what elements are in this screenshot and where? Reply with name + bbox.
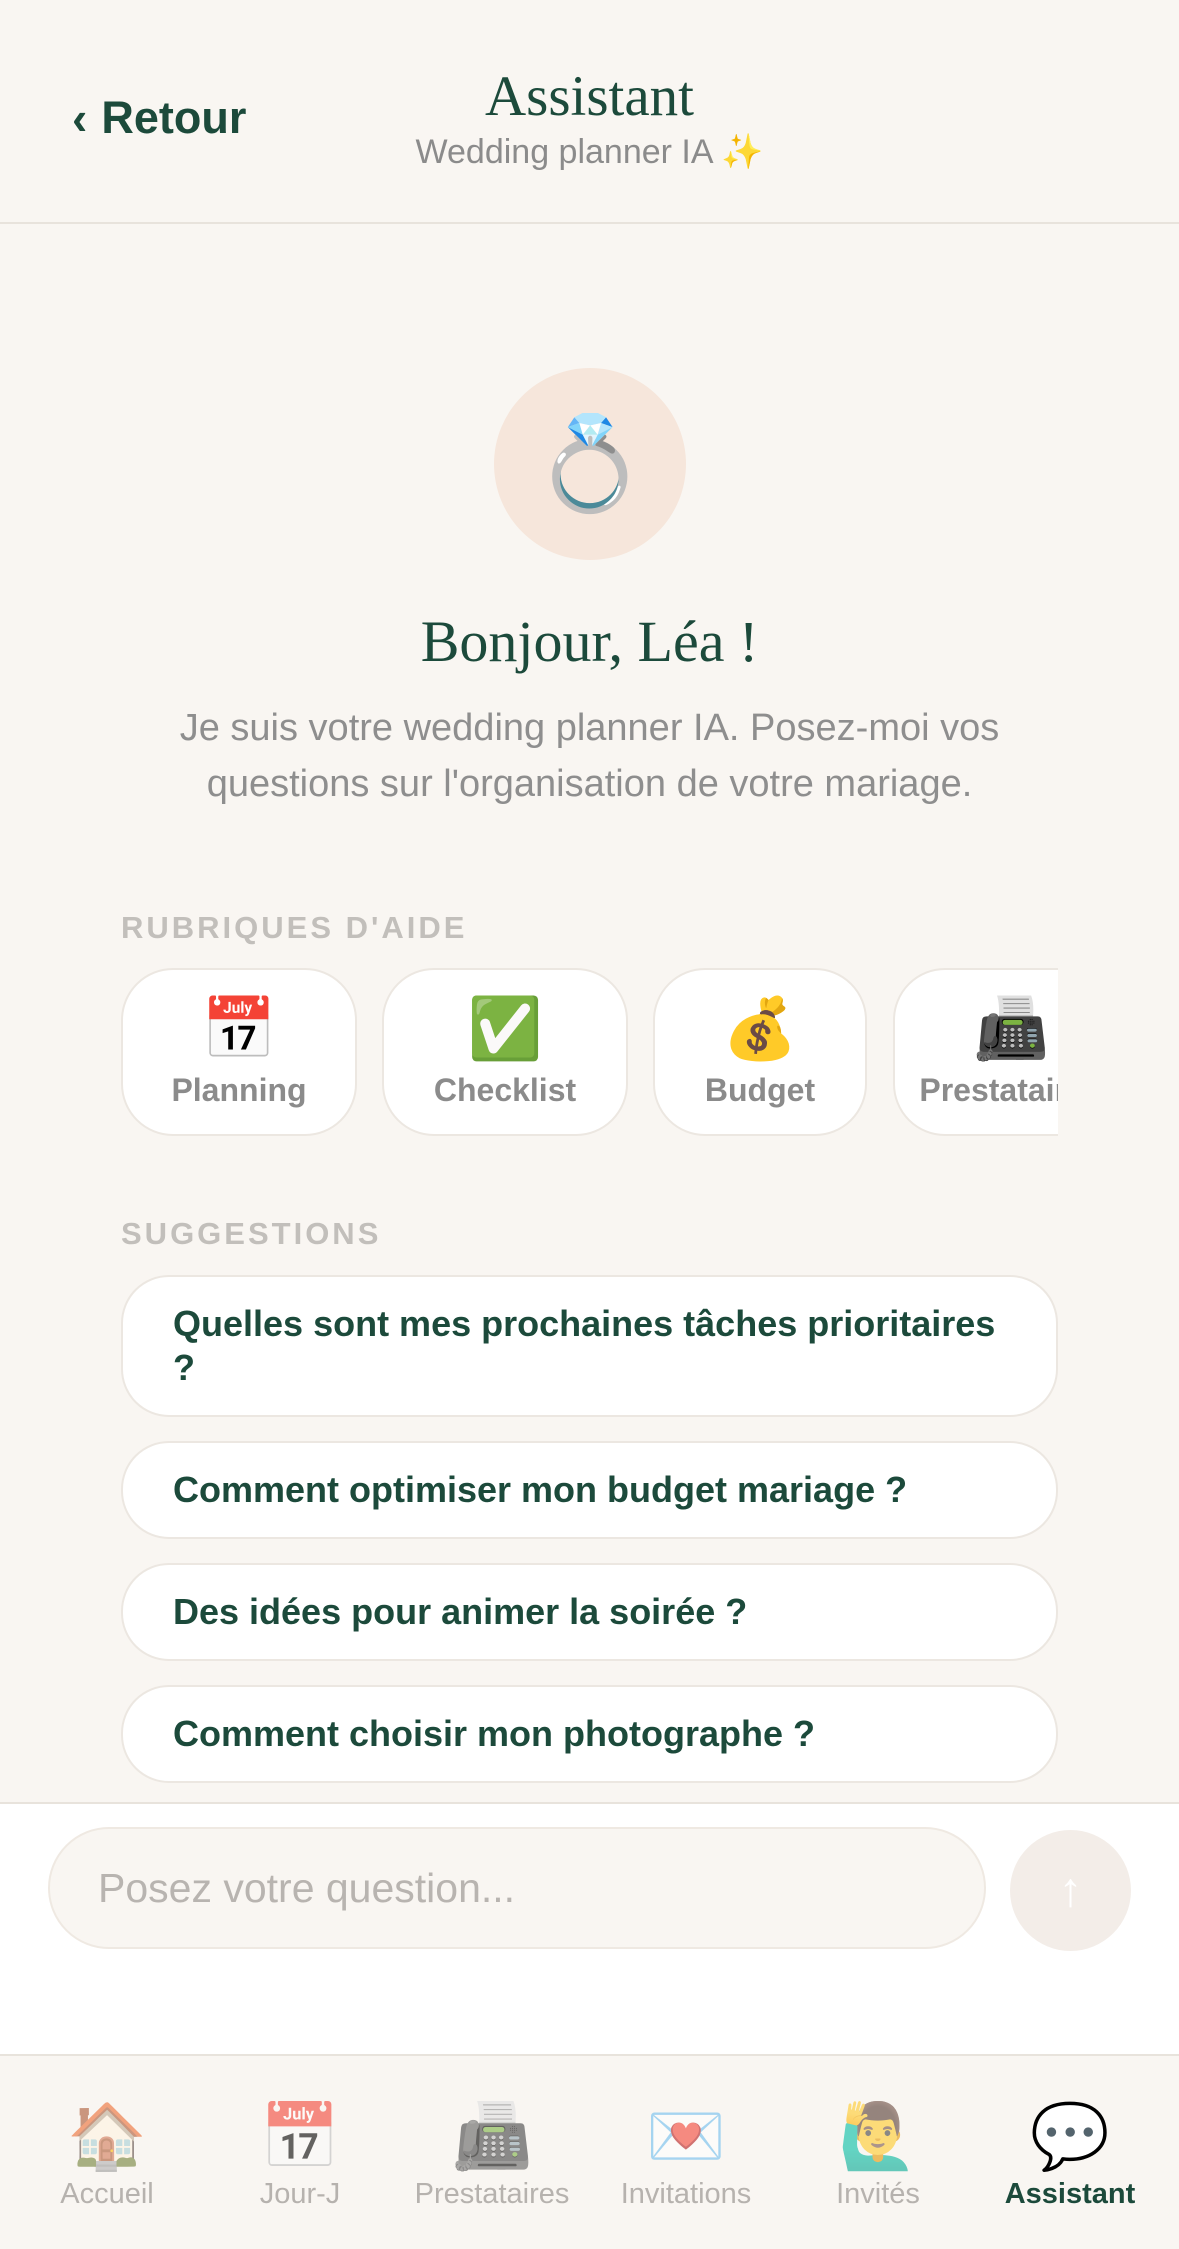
categories-label: RUBRIQUES D'AIDE: [121, 910, 468, 945]
check-icon: ✅: [467, 995, 543, 1062]
tab-label: Assistant: [1004, 2178, 1136, 2210]
suggestion-chip[interactable]: Quelles sont mes prochaines tâches prior…: [121, 1275, 1058, 1417]
categories-carousel[interactable]: 📅 Planning ✅ Checklist 💰 Budget 📠 Presta…: [121, 968, 1058, 1140]
ring-icon: 💍: [494, 368, 686, 560]
category-planning[interactable]: 📅 Planning: [121, 968, 357, 1136]
question-input[interactable]: [48, 1827, 986, 1949]
tab-label: Invités: [836, 2178, 920, 2210]
tab-jour-j[interactable]: 📅 Jour-J: [205, 2100, 395, 2211]
calendar-icon: 📅: [260, 2100, 340, 2172]
tab-label: Jour-J: [259, 2178, 341, 2210]
tab-label: Invitations: [620, 2178, 752, 2210]
suggestion-chip[interactable]: Des idées pour animer la soirée ?: [121, 1563, 1058, 1661]
suggestions-label: SUGGESTIONS: [121, 1216, 382, 1251]
tab-invites[interactable]: 🙋‍♂️ Invités: [783, 2100, 973, 2211]
tab-label: Prestataires: [414, 2178, 570, 2210]
category-budget[interactable]: 💰 Budget: [653, 968, 867, 1136]
category-checklist[interactable]: ✅ Checklist: [382, 968, 628, 1136]
category-label: Planning: [171, 1072, 307, 1108]
greeting: Bonjour, Léa !: [420, 609, 759, 674]
tab-label: Accueil: [60, 2178, 154, 2210]
top-bar: ‹ Retour Assistant Wedding planner IA ✨: [0, 0, 1179, 224]
speech-bubble-icon: 💬: [1030, 2100, 1110, 2172]
calendar-icon: 📅: [201, 995, 277, 1062]
category-label: Checklist: [433, 1072, 577, 1108]
house-icon: 🏠: [67, 2100, 147, 2172]
tab-invitations[interactable]: 💌 Invitations: [591, 2100, 781, 2211]
tab-prestataires[interactable]: 📠 Prestataires: [397, 2100, 587, 2211]
page-title: Assistant: [484, 65, 695, 128]
tab-accueil[interactable]: 🏠 Accueil: [12, 2100, 202, 2211]
category-label: Budget: [704, 1072, 816, 1108]
fax-icon: 📠: [452, 2100, 532, 2172]
page-subtitle: Wedding planner IA ✨: [415, 133, 764, 171]
category-prestataires[interactable]: 📠 Prestataires: [893, 968, 1058, 1136]
money-bag-icon: 💰: [722, 995, 798, 1062]
category-label: Prestataires: [919, 1072, 1058, 1108]
raising-hand-icon: 🙋‍♂️: [838, 2100, 918, 2172]
send-button[interactable]: ↑: [1010, 1830, 1131, 1951]
suggestion-chip[interactable]: Comment optimiser mon budget mariage ?: [121, 1441, 1058, 1539]
suggestion-chip[interactable]: Comment choisir mon photographe ?: [121, 1685, 1058, 1783]
love-letter-icon: 💌: [646, 2100, 726, 2172]
fax-icon: 📠: [973, 995, 1049, 1062]
tab-assistant[interactable]: 💬 Assistant: [975, 2100, 1165, 2211]
arrow-up-icon: ↑: [1058, 1864, 1083, 1917]
intro-text: Je suis votre wedding planner IA. Posez-…: [179, 707, 1000, 805]
